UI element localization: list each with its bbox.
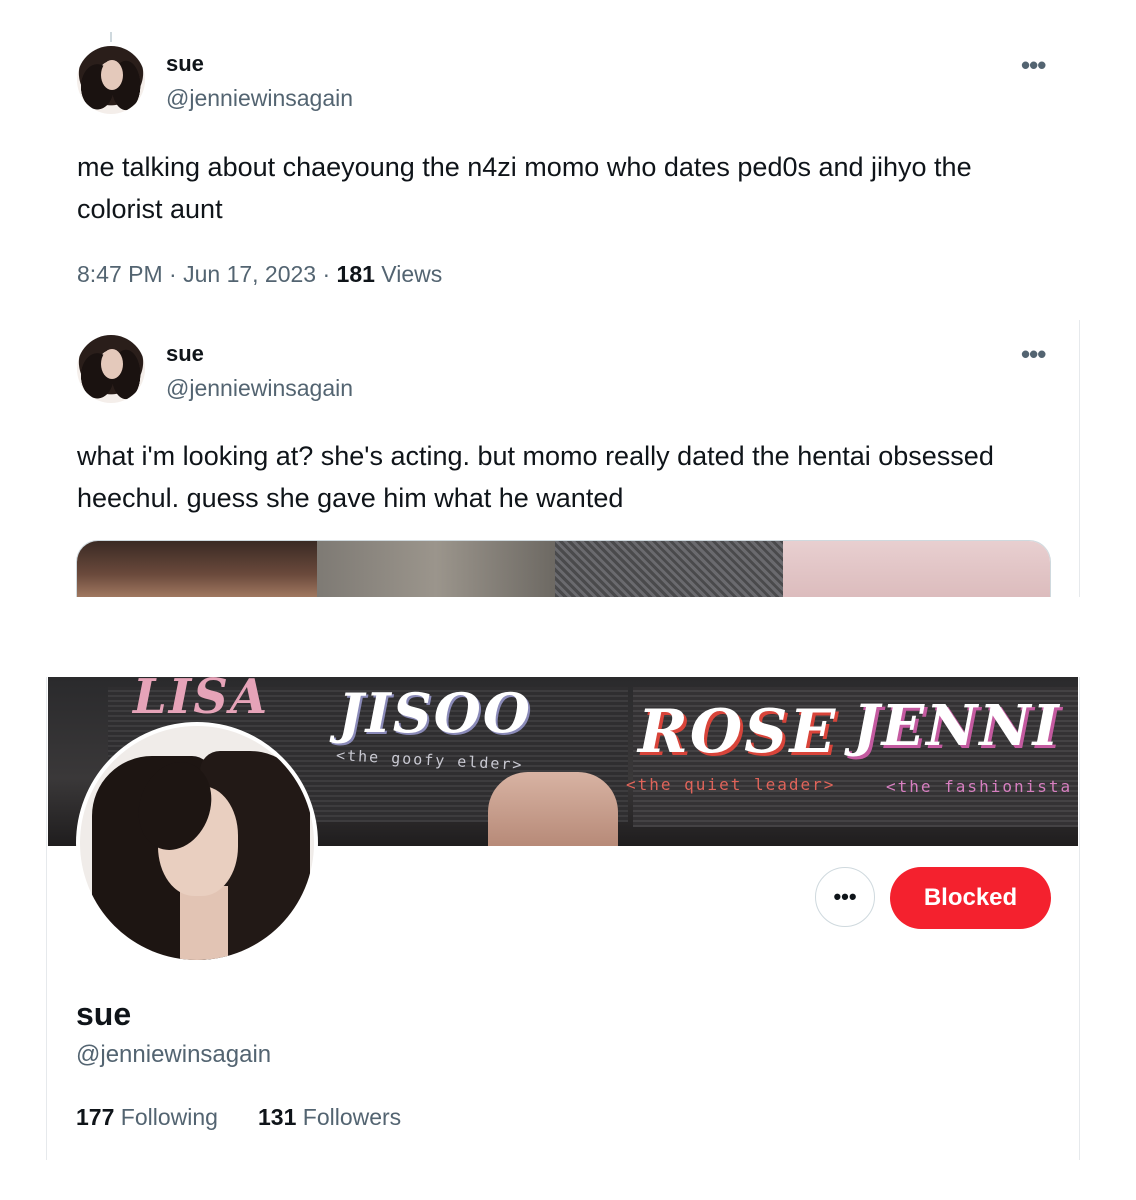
media-image [783, 541, 1050, 597]
profile-handle: @jenniewinsagain [76, 1041, 272, 1068]
tweet-text: what i'm looking at? she's acting. but m… [77, 441, 994, 513]
avatar[interactable] [77, 335, 145, 403]
tweet-text: me talking about chaeyoung the n4zi momo… [77, 152, 972, 224]
tweet-1: sue @jenniewinsagain ••• me talking abou… [0, 0, 1136, 300]
blocked-button[interactable]: Blocked [890, 867, 1051, 929]
tweet-meta: 8:47 PM · Jun 17, 2023 · 181 Views [77, 261, 442, 288]
following-link[interactable]: 177 Following [76, 1104, 218, 1131]
author-handle[interactable]: @jenniewinsagain [166, 85, 353, 112]
following-label: Following [114, 1104, 218, 1130]
following-count: 177 [76, 1104, 115, 1130]
views-label: Views [374, 261, 443, 287]
banner-text-rose: ROSE [638, 697, 838, 767]
banner-text-jisoo: JISOO [338, 681, 532, 745]
banner-subtext-jennie: <the fashionista [886, 777, 1073, 796]
banner-text-jennie: JENNI [853, 693, 1061, 759]
banner-hand [488, 772, 618, 846]
media-image [77, 541, 317, 597]
media-image [317, 541, 555, 597]
more-icon: ••• [833, 884, 857, 909]
views-count: 181 [336, 261, 375, 287]
followers-count: 131 [258, 1104, 297, 1130]
followers-label: Followers [296, 1104, 402, 1130]
banner-subtext-rose: <the quiet leader> [626, 775, 836, 794]
more-options-icon[interactable]: ••• [1021, 339, 1046, 370]
author-name[interactable]: sue [166, 341, 204, 367]
banner-text-lisa: LISA [133, 677, 270, 725]
author-name[interactable]: sue [166, 51, 204, 77]
tweet-media[interactable] [76, 540, 1051, 597]
profile-avatar[interactable] [76, 722, 318, 964]
media-image [555, 541, 783, 597]
followers-link[interactable]: 131 Followers [258, 1104, 401, 1131]
profile-name: sue [76, 996, 132, 1032]
author-handle[interactable]: @jenniewinsagain [166, 375, 353, 402]
scroll-indicator [110, 32, 112, 42]
more-options-icon[interactable]: ••• [1021, 50, 1046, 81]
avatar[interactable] [77, 46, 145, 114]
timestamp[interactable]: 8:47 PM · Jun 17, 2023 · [77, 261, 337, 287]
more-options-button[interactable]: ••• [815, 867, 875, 927]
